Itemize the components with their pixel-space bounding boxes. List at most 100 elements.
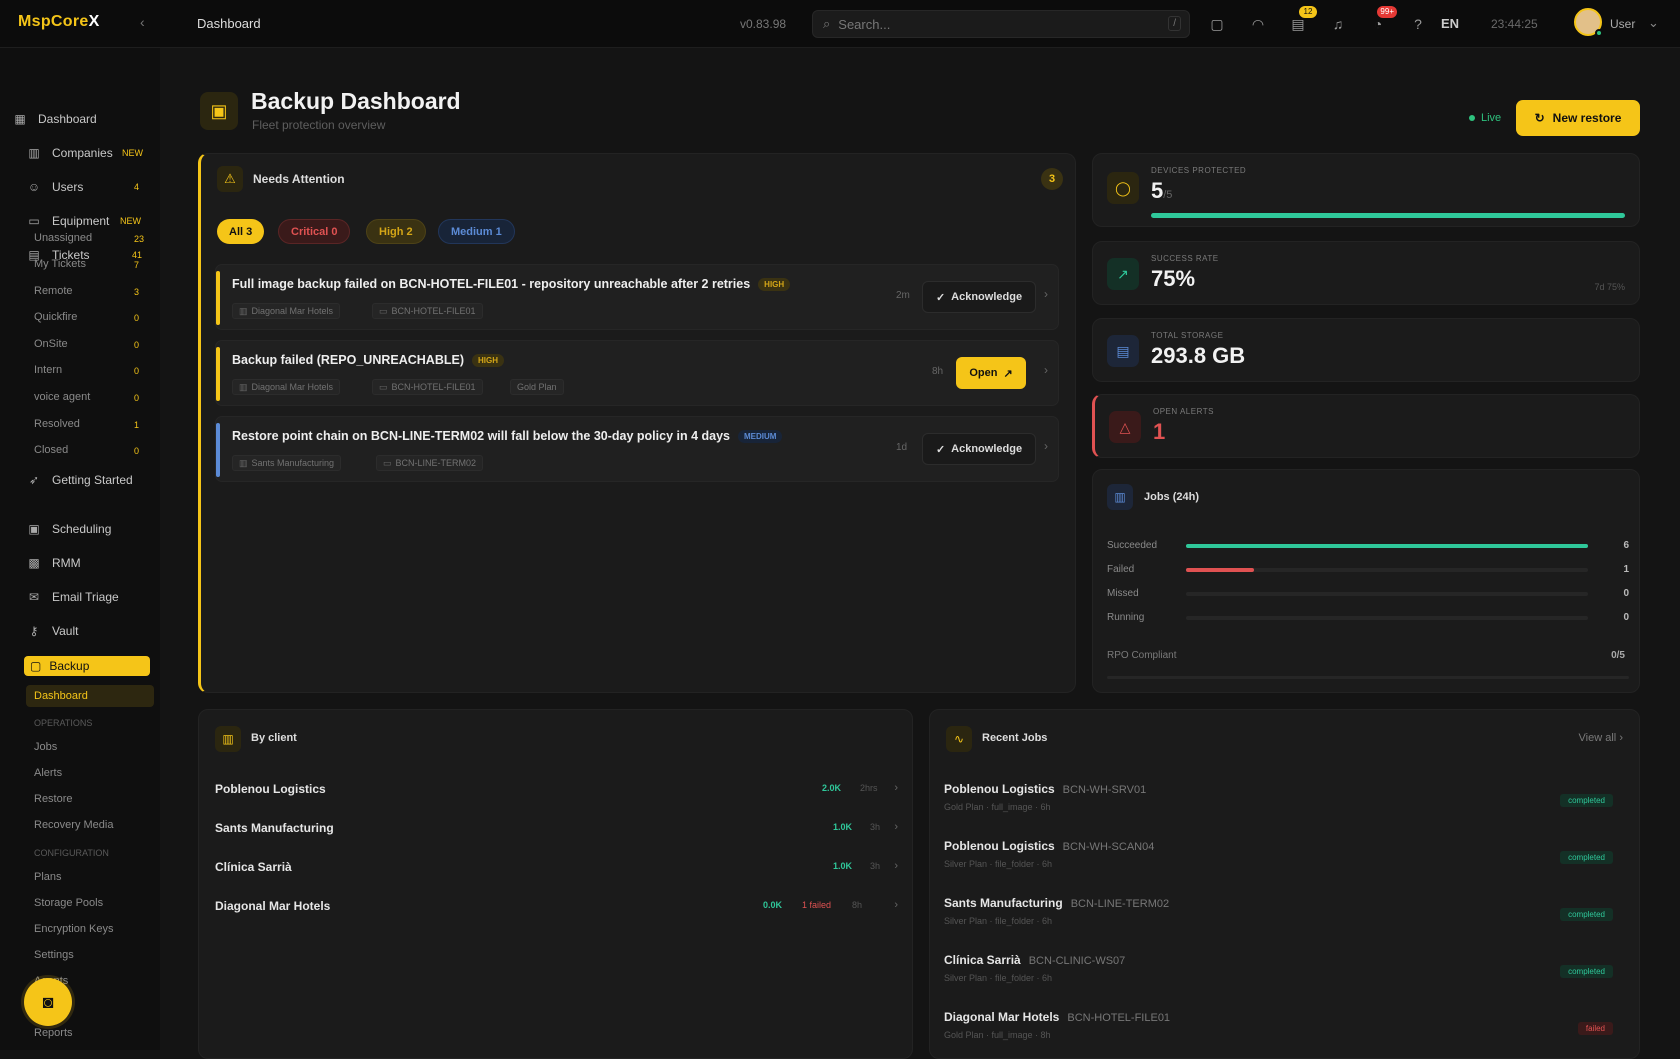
alert-title: Backup failed (REPO_UNREACHABLE) HIGH — [232, 353, 504, 368]
alerts-icon[interactable]: ◔ 99+ — [1368, 6, 1397, 34]
sidebar-item-vault[interactable]: ⚷ Vault — [26, 620, 79, 642]
recent-job-device: BCN-CLINIC-WS07 — [1028, 955, 1126, 967]
online-status-dot — [1595, 29, 1603, 37]
acknowledge-button[interactable]: ✓ Acknowledge — [922, 281, 1036, 313]
chevron-down-icon[interactable]: ⌄ — [1648, 15, 1659, 31]
client-age: 3h — [870, 822, 881, 832]
sidebar-item-backup[interactable]: ▢ Backup — [24, 656, 150, 676]
sidebar-item-dashboard[interactable]: ▦ Dashboard — [12, 108, 96, 130]
search-input[interactable]: ⌕ Search... / — [812, 10, 1190, 38]
sidebar-item-label: Backup — [49, 659, 90, 673]
ticket-sub-unassigned[interactable]: Unassigned — [34, 232, 92, 244]
devices-protected-total: /5 — [1163, 189, 1173, 201]
client-name: Clínica Sarrià — [215, 860, 292, 874]
chevron-right-icon: › — [894, 782, 898, 794]
device-tag[interactable]: ▭ BCN-LINE-TERM02 — [376, 455, 484, 471]
filter-critical[interactable]: Critical 0 — [278, 219, 351, 244]
users-icon: ☺ — [27, 180, 41, 194]
recent-job-row[interactable]: Clínica Sarrià BCN-CLINIC-WS07 Silver Plan… — [944, 953, 1627, 995]
job-status-value: 0 — [1623, 588, 1629, 599]
alert-item[interactable]: Restore point chain on BCN-LINE-TERM02 w… — [215, 416, 1059, 482]
client-tag[interactable]: ▥ Diagonal Mar Hotels — [232, 379, 341, 395]
rpo-value: 0/5 — [1611, 650, 1625, 661]
plan-tag[interactable]: Gold Plan — [510, 379, 564, 395]
alert-item[interactable]: Backup failed (REPO_UNREACHABLE) HIGH ▥ Di… — [215, 340, 1059, 406]
chevron-right-icon[interactable]: › — [1044, 363, 1048, 377]
sidebar-item-email-triage[interactable]: ✉ Email Triage — [26, 586, 119, 608]
client-row[interactable]: Sants Manufacturing 1.0K 3h › — [215, 821, 898, 841]
sidebar-item-rmm[interactable]: ▩ RMM — [26, 552, 80, 574]
filter-high[interactable]: High 2 — [366, 219, 426, 244]
ticket-sub-quickfire[interactable]: Quickfire — [34, 311, 77, 323]
bar-chart-icon: ▥ — [1107, 484, 1133, 510]
stat-value: 5/5 — [1151, 178, 1172, 204]
recent-job-row[interactable]: Sants Manufacturing BCN-LINE-TERM02 Silver… — [944, 896, 1627, 938]
plan-tag-label: Gold Plan — [517, 382, 557, 392]
ticket-sub-voice-agent[interactable]: voice agent — [34, 391, 90, 403]
ticket-sub-count: 0 — [134, 313, 140, 323]
assistant-fab[interactable]: ◙ — [24, 978, 72, 1026]
by-client-title: By client — [251, 732, 297, 744]
collapse-sidebar-icon[interactable]: ‹ — [140, 14, 145, 30]
warning-icon: △ — [1109, 411, 1141, 443]
recent-job-row[interactable]: Poblenou Logistics BCN-WH-SRV01 Gold Plan … — [944, 782, 1627, 824]
ticket-sub-my-tickets[interactable]: My Tickets — [34, 258, 86, 270]
app-logo[interactable]: MspCoreX — [18, 13, 100, 31]
device-tag[interactable]: ▭ BCN-HOTEL-FILE01 — [372, 303, 483, 319]
help-icon[interactable]: ? — [1408, 14, 1428, 34]
ticket-sub-closed[interactable]: Closed — [34, 444, 68, 456]
filter-medium[interactable]: Medium 1 — [438, 219, 515, 244]
ticket-sub-count: 7 — [134, 260, 140, 270]
alerts-badge: 99+ — [1377, 6, 1397, 18]
client-row[interactable]: Clínica Sarrià 1.0K 3h › — [215, 860, 898, 880]
client-tag[interactable]: ▥ Diagonal Mar Hotels — [232, 303, 341, 319]
sidebar-item-getting-started[interactable]: ➶ Getting Started — [26, 469, 133, 491]
device-tag[interactable]: ▭ BCN-HOTEL-FILE01 — [372, 379, 483, 395]
client-tag[interactable]: ▥ Sants Manufacturing — [232, 455, 342, 471]
avatar[interactable] — [1574, 8, 1603, 37]
recent-job-row[interactable]: Diagonal Mar Hotels BCN-HOTEL-FILE01 Gold … — [944, 1010, 1627, 1052]
sidebar-item-equipment[interactable]: ▭ Equipment — [26, 210, 109, 232]
ticket-sub-remote[interactable]: Remote — [34, 285, 73, 297]
backup-sub-alerts[interactable]: Alerts — [34, 767, 62, 779]
backup-sub-jobs[interactable]: Jobs — [34, 741, 57, 753]
bell-icon[interactable]: ♫ — [1328, 14, 1348, 34]
building-icon: ▥ — [239, 305, 248, 316]
backup-sub-restore[interactable]: Restore — [34, 793, 73, 805]
view-all-link[interactable]: View all › — [1579, 732, 1623, 744]
chevron-right-icon[interactable]: › — [1044, 439, 1048, 453]
backup-sub-encryption-keys[interactable]: Encryption Keys — [34, 923, 113, 935]
section-operations: OPERATIONS — [34, 718, 93, 728]
alert-item[interactable]: Full image backup failed on BCN-HOTEL-FI… — [215, 264, 1059, 330]
sidebar-item-label: Scheduling — [52, 522, 112, 536]
headset-icon[interactable]: ◠ — [1248, 14, 1268, 34]
sidebar-item-users[interactable]: ☺ Users — [26, 176, 83, 198]
open-button[interactable]: Open ↗ — [956, 357, 1026, 389]
backup-sub-dashboard[interactable]: Dashboard — [26, 685, 154, 707]
sidebar-item-scheduling[interactable]: ▣ Scheduling — [26, 518, 111, 540]
acknowledge-button[interactable]: ✓ Acknowledge — [922, 433, 1036, 465]
user-name[interactable]: User — [1610, 17, 1635, 31]
client-row[interactable]: Poblenou Logistics 2.0K 2hrs › — [215, 782, 898, 802]
backup-sub-storage-pools[interactable]: Storage Pools — [34, 897, 103, 909]
chevron-right-icon[interactable]: › — [1044, 287, 1048, 301]
ticket-sub-resolved[interactable]: Resolved — [34, 418, 80, 430]
filter-all[interactable]: All 3 — [217, 219, 265, 244]
severity-bar — [216, 347, 220, 401]
client-row[interactable]: Diagonal Mar Hotels 0.0K 1 failed 8h › — [215, 899, 898, 919]
sidebar-item-companies[interactable]: ▥ Companies — [26, 142, 112, 164]
backup-sub-settings[interactable]: Settings — [34, 949, 74, 961]
backup-sub-recovery-media[interactable]: Recovery Media — [34, 819, 113, 831]
backup-sub-reports[interactable]: Reports — [34, 1027, 73, 1039]
tickets-icon[interactable]: ▤ 12 — [1288, 6, 1317, 34]
recent-job-row[interactable]: Poblenou Logistics BCN-WH-SCAN04 Silver Pl… — [944, 839, 1627, 881]
backup-sub-plans[interactable]: Plans — [34, 871, 62, 883]
search-placeholder: Search... — [838, 16, 891, 32]
language-switch[interactable]: EN — [1441, 16, 1459, 31]
new-restore-button[interactable]: ↻ New restore — [1516, 100, 1640, 136]
ticket-sub-intern[interactable]: Intern — [34, 364, 62, 376]
ticket-sub-onsite[interactable]: OnSite — [34, 338, 68, 350]
job-status-value: 0 — [1623, 612, 1629, 623]
building-icon: ▥ — [239, 381, 248, 392]
chat-icon[interactable]: ▢ — [1207, 14, 1227, 34]
